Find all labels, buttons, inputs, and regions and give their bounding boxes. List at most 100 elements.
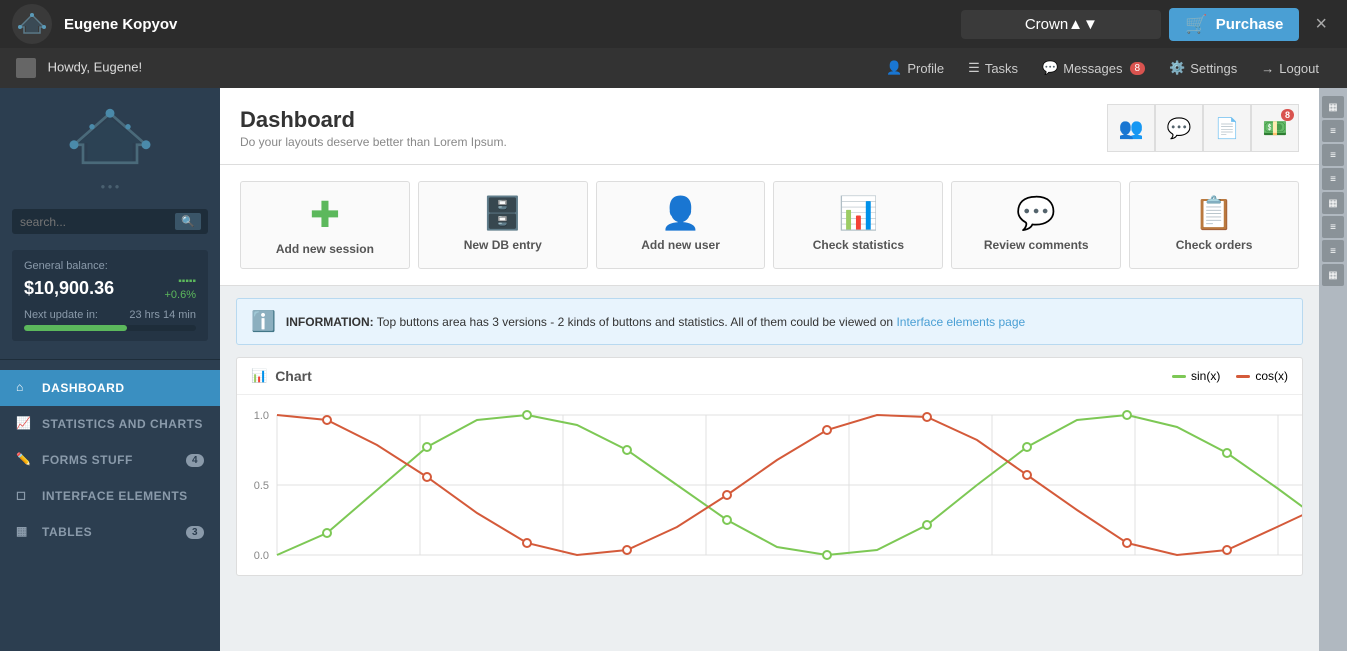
home-icon: ⌂: [16, 380, 32, 396]
info-text: INFORMATION: Top buttons area has 3 vers…: [286, 315, 1025, 329]
page-subtitle: Do your layouts deserve better than Lore…: [240, 135, 507, 149]
rs-btn-3[interactable]: ≡: [1322, 144, 1344, 166]
sin-legend-dot: [1172, 375, 1186, 378]
profile-nav[interactable]: 👤 Profile: [874, 48, 956, 88]
purchase-button[interactable]: 🛒 Purchase: [1169, 8, 1299, 41]
progress-bar-fill: [24, 325, 127, 331]
quick-actions: ✚ Add new session 🗄️ New DB entry 👤 Add …: [220, 165, 1319, 286]
main-layout: ● ● ● 🔍 General balance: $10,900.36 ▪▪▪▪…: [0, 88, 1347, 651]
add-session-icon: ✚: [310, 194, 340, 236]
settings-icon: ⚙️: [1169, 60, 1185, 76]
chart-header: 📊 Chart sin(x) cos(x): [237, 358, 1302, 395]
page-title: Dashboard: [240, 107, 507, 133]
chart-body: 1.0 0.5 0.0: [237, 395, 1302, 575]
crown-chevron: ▲▼: [1068, 16, 1098, 33]
next-update: Next update in: 23 hrs 14 min: [24, 309, 196, 321]
rs-btn-8[interactable]: ▦: [1322, 264, 1344, 286]
messages-icon: 💬: [1042, 60, 1058, 76]
balance-change: +0.6%: [165, 289, 197, 301]
action-new-db[interactable]: 🗄️ New DB entry: [418, 181, 588, 269]
forms-icon: ✏️: [16, 452, 32, 468]
info-icon: ℹ️: [251, 309, 276, 334]
docs-header-button[interactable]: 📄: [1203, 104, 1251, 152]
info-prefix: INFORMATION:: [286, 315, 374, 329]
cart-icon: 🛒: [1185, 14, 1207, 35]
top-bar: Eugene Kopyov Crown ▲▼ 🛒 Purchase ×: [0, 0, 1347, 48]
legend-cos: cos(x): [1236, 369, 1288, 383]
new-db-label: New DB entry: [464, 238, 542, 252]
svg-text:1.0: 1.0: [254, 410, 269, 422]
rs-btn-1[interactable]: ▦: [1322, 96, 1344, 118]
sin-legend-label: sin(x): [1191, 369, 1220, 383]
balance-chart-icon: ▪▪▪▪▪: [165, 276, 197, 287]
balance-amount: $10,900.36: [24, 278, 114, 299]
review-comments-icon: 💬: [1016, 194, 1056, 232]
info-message: Top buttons area has 3 versions - 2 kind…: [377, 315, 897, 329]
action-add-user[interactable]: 👤 Add new user: [596, 181, 766, 269]
action-review-comments[interactable]: 💬 Review comments: [951, 181, 1121, 269]
cos-legend-label: cos(x): [1255, 369, 1288, 383]
action-check-stats[interactable]: 📊 Check statistics: [773, 181, 943, 269]
sidebar-item-label-statistics: Statistics and Charts: [42, 417, 203, 431]
search-box[interactable]: 🔍: [12, 209, 208, 234]
rs-btn-4[interactable]: ≡: [1322, 168, 1344, 190]
messages-badge: 8: [1130, 62, 1146, 75]
check-stats-label: Check statistics: [813, 238, 904, 252]
new-db-icon: 🗄️: [483, 194, 523, 232]
rs-btn-5[interactable]: ▦: [1322, 192, 1344, 214]
svg-text:0.5: 0.5: [254, 480, 269, 492]
tasks-icon: ☰: [968, 60, 980, 76]
secondary-nav: Howdy, Eugene! 👤 Profile ☰ Tasks 💬 Messa…: [0, 48, 1347, 88]
sidebar-item-label-forms: Forms Stuff: [42, 453, 133, 467]
app-logo: [12, 4, 52, 44]
main-content: Dashboard Do your layouts deserve better…: [220, 88, 1319, 651]
review-comments-label: Review comments: [984, 238, 1089, 252]
sidebar-item-interface[interactable]: ◻ Interface Elements: [0, 478, 220, 514]
comments-icon: 💬: [1167, 116, 1192, 141]
money-badge: 8: [1281, 109, 1294, 121]
chart-container: 📊 Chart sin(x) cos(x): [236, 357, 1303, 576]
sidebar-item-tables[interactable]: ▦ Tables 3: [0, 514, 220, 550]
comments-header-button[interactable]: 💬: [1155, 104, 1203, 152]
sidebar-item-dashboard[interactable]: ⌂ Dashboard: [0, 370, 220, 406]
svg-text:0.0: 0.0: [254, 550, 269, 562]
action-check-orders[interactable]: 📋 Check orders: [1129, 181, 1299, 269]
tables-badge: 3: [186, 526, 204, 539]
rs-btn-6[interactable]: ≡: [1322, 216, 1344, 238]
messages-nav[interactable]: 💬 Messages 8: [1030, 48, 1157, 88]
add-user-label: Add new user: [641, 238, 720, 252]
settings-nav[interactable]: ⚙️ Settings: [1157, 48, 1249, 88]
crown-selector[interactable]: Crown ▲▼: [961, 10, 1161, 39]
close-button[interactable]: ×: [1307, 9, 1335, 40]
logout-nav[interactable]: → Logout: [1249, 48, 1331, 88]
add-user-icon: 👤: [661, 194, 701, 232]
sidebar-logo: [0, 88, 220, 178]
chart-title: Chart: [275, 368, 312, 384]
chart-svg: 1.0 0.5 0.0: [237, 395, 1302, 575]
search-button[interactable]: 🔍: [175, 213, 201, 230]
rs-btn-7[interactable]: ≡: [1322, 240, 1344, 262]
money-header-button[interactable]: 💵 8: [1251, 104, 1299, 152]
interface-icon: ◻: [16, 488, 32, 504]
cos-legend-dot: [1236, 375, 1250, 378]
profile-icon: 👤: [886, 60, 902, 76]
progress-bar-bg: [24, 325, 196, 331]
header-icon-group: 👥 💬 📄 💵 8: [1107, 104, 1299, 152]
tasks-nav[interactable]: ☰ Tasks: [956, 48, 1030, 88]
search-input[interactable]: [20, 215, 175, 229]
dashboard-header: Dashboard Do your layouts deserve better…: [220, 88, 1319, 165]
chart-legend: sin(x) cos(x): [1172, 369, 1288, 383]
right-sidebar: ▦ ≡ ≡ ≡ ▦ ≡ ≡ ▦: [1319, 88, 1347, 651]
rs-btn-2[interactable]: ≡: [1322, 120, 1344, 142]
sidebar-item-label-dashboard: Dashboard: [42, 381, 125, 395]
next-update-time: 23 hrs 14 min: [129, 309, 196, 321]
sidebar-item-label-interface: Interface Elements: [42, 489, 188, 503]
action-add-session[interactable]: ✚ Add new session: [240, 181, 410, 269]
docs-icon: 📄: [1215, 116, 1240, 141]
sidebar-item-forms[interactable]: ✏️ Forms Stuff 4: [0, 442, 220, 478]
info-link[interactable]: Interface elements page: [896, 315, 1025, 329]
sidebar-item-statistics[interactable]: 📈 Statistics and Charts: [0, 406, 220, 442]
users-header-button[interactable]: 👥: [1107, 104, 1155, 152]
next-update-label: Next update in:: [24, 309, 98, 321]
info-box: ℹ️ INFORMATION: Top buttons area has 3 v…: [236, 298, 1303, 345]
